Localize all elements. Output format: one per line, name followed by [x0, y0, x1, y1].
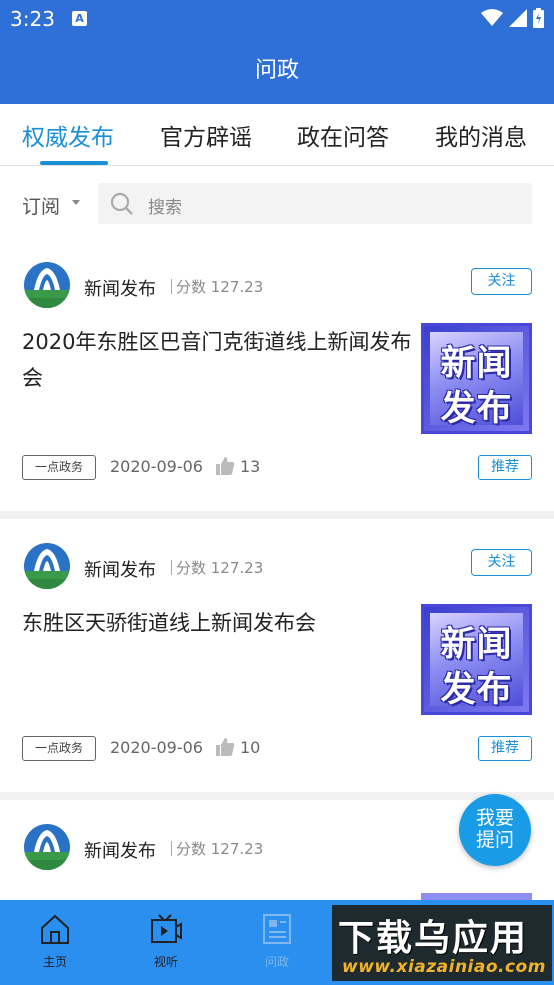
tv-icon	[151, 914, 182, 943]
score-value: 分数 127.23	[176, 840, 264, 858]
source-avatar	[24, 262, 70, 308]
status-icons	[481, 8, 544, 28]
card-divider	[0, 792, 554, 800]
notification-icon: A	[72, 11, 87, 26]
score-text: 分数 127.23	[171, 276, 263, 297]
nav-politics-label: 问政	[264, 955, 289, 969]
recommend-button[interactable]: 推荐	[478, 455, 532, 480]
tab-my-messages[interactable]: 我的消息	[435, 118, 527, 152]
category-tag: 一点政务	[22, 455, 96, 480]
score-value: 分数 127.23	[176, 278, 264, 296]
news-thumbnail[interactable]	[421, 893, 532, 900]
news-title[interactable]: 2020年东胜区巴音门克街道线上新闻发布会	[22, 324, 412, 396]
score-text: 分数 127.23	[171, 557, 263, 578]
search-placeholder: 搜索	[148, 198, 182, 218]
source-name: 新闻发布	[84, 560, 156, 581]
status-bar: 3:23 A	[0, 0, 554, 38]
recommend-button[interactable]: 推荐	[478, 736, 532, 761]
tab-politics-qa[interactable]: 政在问答	[297, 118, 389, 152]
nav-home[interactable]: 主页	[20, 912, 90, 970]
thumbnail-text-line2: 发布	[440, 389, 513, 429]
tab-bar: 权威发布 官方辟谣 政在问答 我的消息	[0, 104, 554, 166]
nav-politics[interactable]: 问政	[242, 912, 312, 970]
status-time: 3:23	[10, 7, 55, 31]
news-card[interactable]: 新闻发布 分数 127.23 关注 2020年东胜区巴音门克街道线上新闻发布会 …	[0, 242, 554, 515]
news-card[interactable]: 新闻发布 分数 127.23 关注 东胜区天骄街道线上新闻发布会 新闻 发布 一…	[0, 523, 554, 796]
thumbs-up-icon[interactable]	[215, 737, 235, 757]
wifi-icon	[481, 9, 503, 26]
watermark: 下载乌应用 www.xiazainiao.com	[332, 905, 552, 981]
follow-button[interactable]: 关注	[471, 549, 532, 576]
thumbnail-text-line1: 新闻	[440, 625, 513, 665]
document-icon	[263, 914, 291, 944]
watermark-url: www.xiazainiao.com	[342, 957, 546, 977]
ask-line1: 我要	[475, 807, 514, 829]
tab-official-rumor-refute[interactable]: 官方辟谣	[160, 118, 252, 152]
watermark-logo-text: 下载乌应用	[338, 918, 529, 959]
source-avatar	[24, 824, 70, 870]
score-value: 分数 127.23	[176, 559, 264, 577]
follow-button[interactable]: 关注	[471, 268, 532, 295]
nav-home-label: 主页	[42, 955, 67, 969]
publish-date: 2020-09-06	[110, 457, 203, 476]
search-icon	[110, 192, 133, 215]
active-tab-indicator	[40, 161, 108, 165]
nav-media-label: 视听	[153, 955, 178, 969]
news-title[interactable]: 东胜区天骄街道线上新闻发布会	[22, 605, 412, 641]
tab-authoritative-release[interactable]: 权威发布	[22, 118, 114, 152]
thumbnail-text-line2: 发布	[440, 670, 513, 710]
ask-line2: 提问	[475, 829, 514, 851]
subscribe-dropdown[interactable]: 订阅	[22, 192, 60, 219]
publish-date: 2020-09-06	[110, 738, 203, 757]
category-tag: 一点政务	[22, 736, 96, 761]
battery-icon	[533, 8, 544, 28]
signal-icon	[509, 9, 527, 27]
score-text: 分数 127.23	[171, 838, 263, 859]
caret-down-icon	[72, 200, 80, 205]
card-divider	[0, 511, 554, 519]
thumbnail-text-line1: 新闻	[440, 344, 513, 384]
ask-question-button[interactable]: 我要 提问	[459, 794, 531, 866]
source-avatar	[24, 543, 70, 589]
source-name: 新闻发布	[84, 841, 156, 862]
source-name: 新闻发布	[84, 279, 156, 300]
home-icon	[41, 914, 69, 944]
news-thumbnail[interactable]: 新闻 发布	[421, 323, 532, 434]
news-thumbnail[interactable]: 新闻 发布	[421, 604, 532, 715]
page-title: 问政	[0, 38, 554, 104]
nav-media[interactable]: 视听	[131, 912, 201, 970]
like-count: 13	[240, 457, 261, 476]
like-count: 10	[240, 738, 261, 757]
filter-row: 订阅 搜索	[0, 166, 554, 242]
search-input[interactable]: 搜索	[98, 183, 532, 224]
thumbs-up-icon[interactable]	[215, 456, 235, 476]
